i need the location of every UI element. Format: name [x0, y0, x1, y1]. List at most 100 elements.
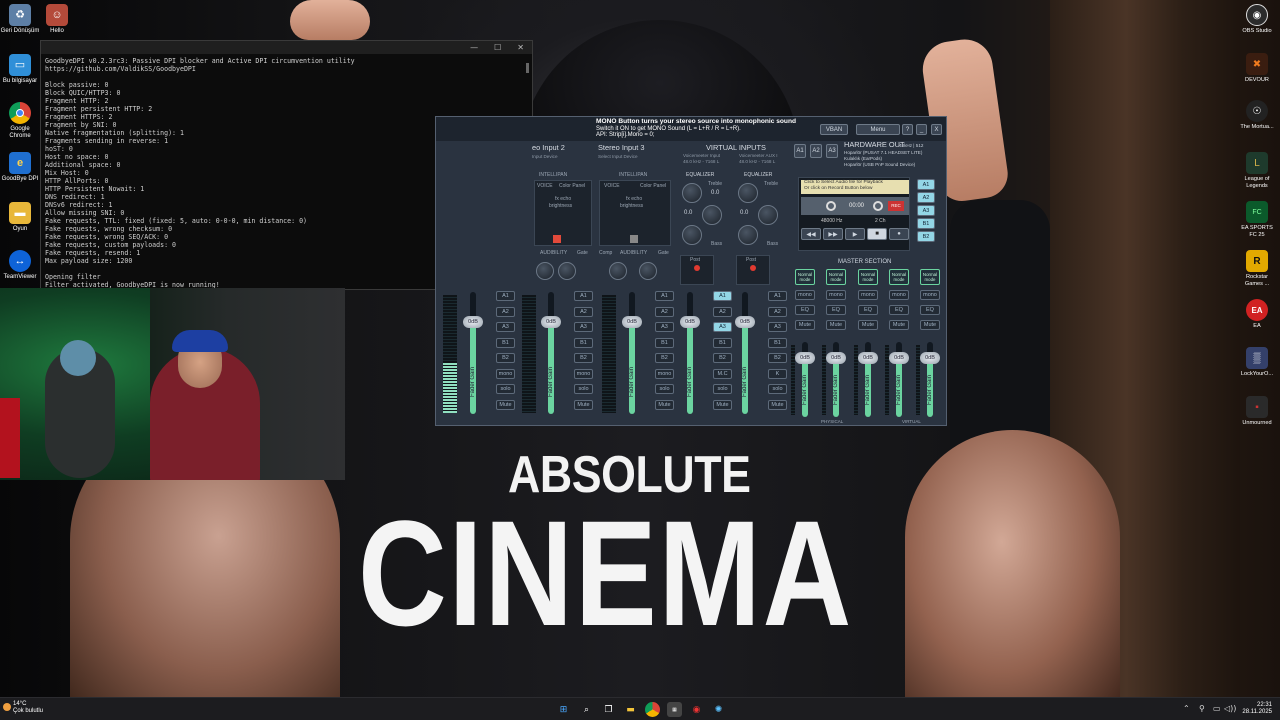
bus-b2-button[interactable]: B2 — [496, 353, 515, 363]
tray-chevron-icon[interactable]: ⌃ — [1183, 704, 1190, 713]
hw-out-a3-select[interactable]: A3 — [826, 144, 838, 158]
solo-button[interactable]: solo — [713, 384, 732, 394]
record-icon[interactable]: ● — [889, 228, 909, 240]
desktop-icon-lol[interactable]: L League of Legends — [1238, 152, 1276, 190]
recorder-bus-b2-button[interactable]: B2 — [917, 231, 935, 242]
desktop-icon-unmourned[interactable]: ▪ Unmourned — [1238, 396, 1276, 427]
master-eq-button[interactable]: EQ — [920, 305, 940, 315]
master-eq-button[interactable]: EQ — [889, 305, 909, 315]
task-view-icon[interactable]: ❐ — [601, 702, 616, 717]
bus-b1-button[interactable]: B1 — [574, 337, 593, 348]
master-mute-button[interactable]: Mute — [889, 320, 909, 330]
bus-b1-button[interactable]: B1 — [496, 337, 515, 348]
recorder-bus-a3-button[interactable]: A3 — [917, 205, 935, 216]
bus-a1-button[interactable]: A1 — [713, 291, 732, 301]
console-maximize-button[interactable]: ☐ — [494, 43, 501, 52]
bus-a1-button[interactable]: A1 — [655, 291, 674, 301]
recorder-channels[interactable]: 2 Ch — [875, 218, 886, 224]
post-fx-panel-1[interactable]: Post — [680, 255, 714, 285]
play-icon[interactable]: ▶ — [845, 228, 865, 240]
master-eq-button[interactable]: EQ — [826, 305, 846, 315]
desktop-icon-fc25[interactable]: FC EA SPORTS FC 25 — [1238, 201, 1276, 239]
strip-device-input-3[interactable]: Select Input Device — [598, 154, 638, 160]
bus-a2-button[interactable]: A2 — [496, 306, 515, 317]
master-fader-knob[interactable]: 0dB — [826, 352, 846, 364]
master-fader-knob[interactable]: 0dB — [889, 352, 909, 364]
master-normal-mode-button[interactable]: Normal mode — [920, 269, 940, 285]
fader-gain-knob[interactable]: 0dB — [622, 316, 642, 328]
gate-knob[interactable] — [639, 262, 657, 280]
solo-button[interactable]: solo — [768, 384, 787, 394]
master-normal-mode-button[interactable]: Normal mode — [795, 269, 815, 285]
master-mono-button[interactable]: mono — [920, 290, 940, 300]
intellipan-panel-1[interactable]: VOICE Color Panel fx echo brightness — [534, 180, 592, 246]
desktop-icon-lockyouro[interactable]: ▒ LockYourO... — [1238, 347, 1276, 378]
master-eq-button[interactable]: EQ — [795, 305, 815, 315]
fader-gain-knob[interactable]: 0dB — [680, 316, 700, 328]
master-fader-knob[interactable]: 0dB — [858, 352, 878, 364]
bus-a3-button[interactable]: A3 — [768, 322, 787, 332]
network-icon[interactable]: ▭ — [1213, 704, 1221, 713]
bus-a1-button[interactable]: A1 — [574, 291, 593, 301]
hw-out-a2-select[interactable]: A2 — [810, 144, 822, 158]
bus-a3-button[interactable]: A3 — [655, 322, 674, 332]
bus-a1-button[interactable]: A1 — [768, 291, 787, 301]
bus-a2-button[interactable]: A2 — [713, 306, 732, 317]
fader-gain-knob[interactable]: 0dB — [541, 316, 561, 328]
start-icon[interactable]: ⊞ — [556, 702, 571, 717]
mute-button[interactable]: Mute — [768, 399, 787, 410]
bus-mono-button[interactable]: mono — [496, 368, 515, 379]
master-mute-button[interactable]: Mute — [795, 320, 815, 330]
bus-solo-button[interactable]: solo — [574, 384, 593, 394]
bus-b1-button[interactable]: B1 — [655, 337, 674, 348]
console-minimize-button[interactable]: — — [470, 43, 478, 52]
console-scrollbar[interactable] — [526, 63, 529, 73]
bus-a2-button[interactable]: A2 — [655, 306, 674, 317]
strip-device-input-2[interactable]: Input Device — [532, 154, 558, 160]
desktop-icon-oyun[interactable]: ▬ Oyun — [0, 202, 40, 233]
stop-icon[interactable]: ■ — [867, 228, 887, 240]
comp-knob[interactable] — [609, 262, 627, 280]
bus-b2-button[interactable]: B2 — [655, 353, 674, 363]
bus-mono-button[interactable]: mono — [655, 368, 674, 379]
desktop-icon-devour[interactable]: ✖ DEVOUR — [1238, 53, 1276, 84]
master-normal-mode-button[interactable]: Normal mode — [858, 269, 878, 285]
tape-recorder-panel[interactable]: Click to Select Audio file for Playback O… — [798, 177, 910, 251]
volume-icon[interactable]: ◁)) — [1224, 704, 1236, 713]
hardware-device-a1[interactable]: Hoparlör (PUSAT 7.1 HEADSET LITE) — [844, 150, 922, 156]
file-explorer-icon[interactable]: ▬ — [623, 702, 638, 717]
voicemeeter-taskbar-icon[interactable]: ✺ — [711, 702, 726, 717]
eq-knob[interactable] — [702, 205, 722, 225]
desktop-icon-recycle-bin[interactable]: ♻ Geri Dönüşüm — [0, 4, 40, 35]
bus-a3-button[interactable]: A3 — [574, 322, 593, 332]
master-normal-mode-button[interactable]: Normal mode — [889, 269, 909, 285]
bus-a2-button[interactable]: A2 — [768, 306, 787, 317]
master-mute-button[interactable]: Mute — [858, 320, 878, 330]
mute-button[interactable]: Mute — [713, 399, 732, 410]
recorder-display[interactable]: Click to Select Audio file for Playback O… — [801, 180, 909, 194]
master-mono-button[interactable]: mono — [858, 290, 878, 300]
mc-button[interactable]: K — [768, 368, 787, 379]
search-icon[interactable]: ⌕ — [579, 702, 594, 717]
eq-knob[interactable] — [682, 225, 702, 245]
eq-knob[interactable] — [758, 205, 778, 225]
eq-knob[interactable] — [738, 225, 758, 245]
chrome-taskbar-icon[interactable] — [645, 702, 660, 717]
recorder-bus-a1-button[interactable]: A1 — [917, 179, 935, 190]
bus-a3-button[interactable]: A3 — [713, 322, 732, 332]
bus-a2-button[interactable]: A2 — [574, 306, 593, 317]
mc-button[interactable]: M.C — [713, 368, 732, 379]
fader-gain-knob[interactable]: 0dB — [735, 316, 755, 328]
strip-header-input-2[interactable]: eo Input 2 — [532, 144, 565, 152]
desktop-icon-teamviewer[interactable]: ↔ TeamViewer — [0, 250, 40, 281]
menu-button[interactable]: Menu — [856, 124, 900, 135]
help-button[interactable]: ? — [902, 124, 913, 135]
bus-mono-button[interactable]: mono — [574, 368, 593, 379]
app-taskbar-icon[interactable]: ▦ — [667, 702, 682, 717]
recorder-sample-rate[interactable]: 48000 Hz — [821, 218, 842, 224]
master-mute-button[interactable]: Mute — [826, 320, 846, 330]
master-mute-button[interactable]: Mute — [920, 320, 940, 330]
bus-solo-button[interactable]: solo — [496, 384, 515, 394]
console-close-button[interactable]: ✕ — [517, 43, 524, 52]
obs-taskbar-icon[interactable]: ◉ — [689, 702, 704, 717]
